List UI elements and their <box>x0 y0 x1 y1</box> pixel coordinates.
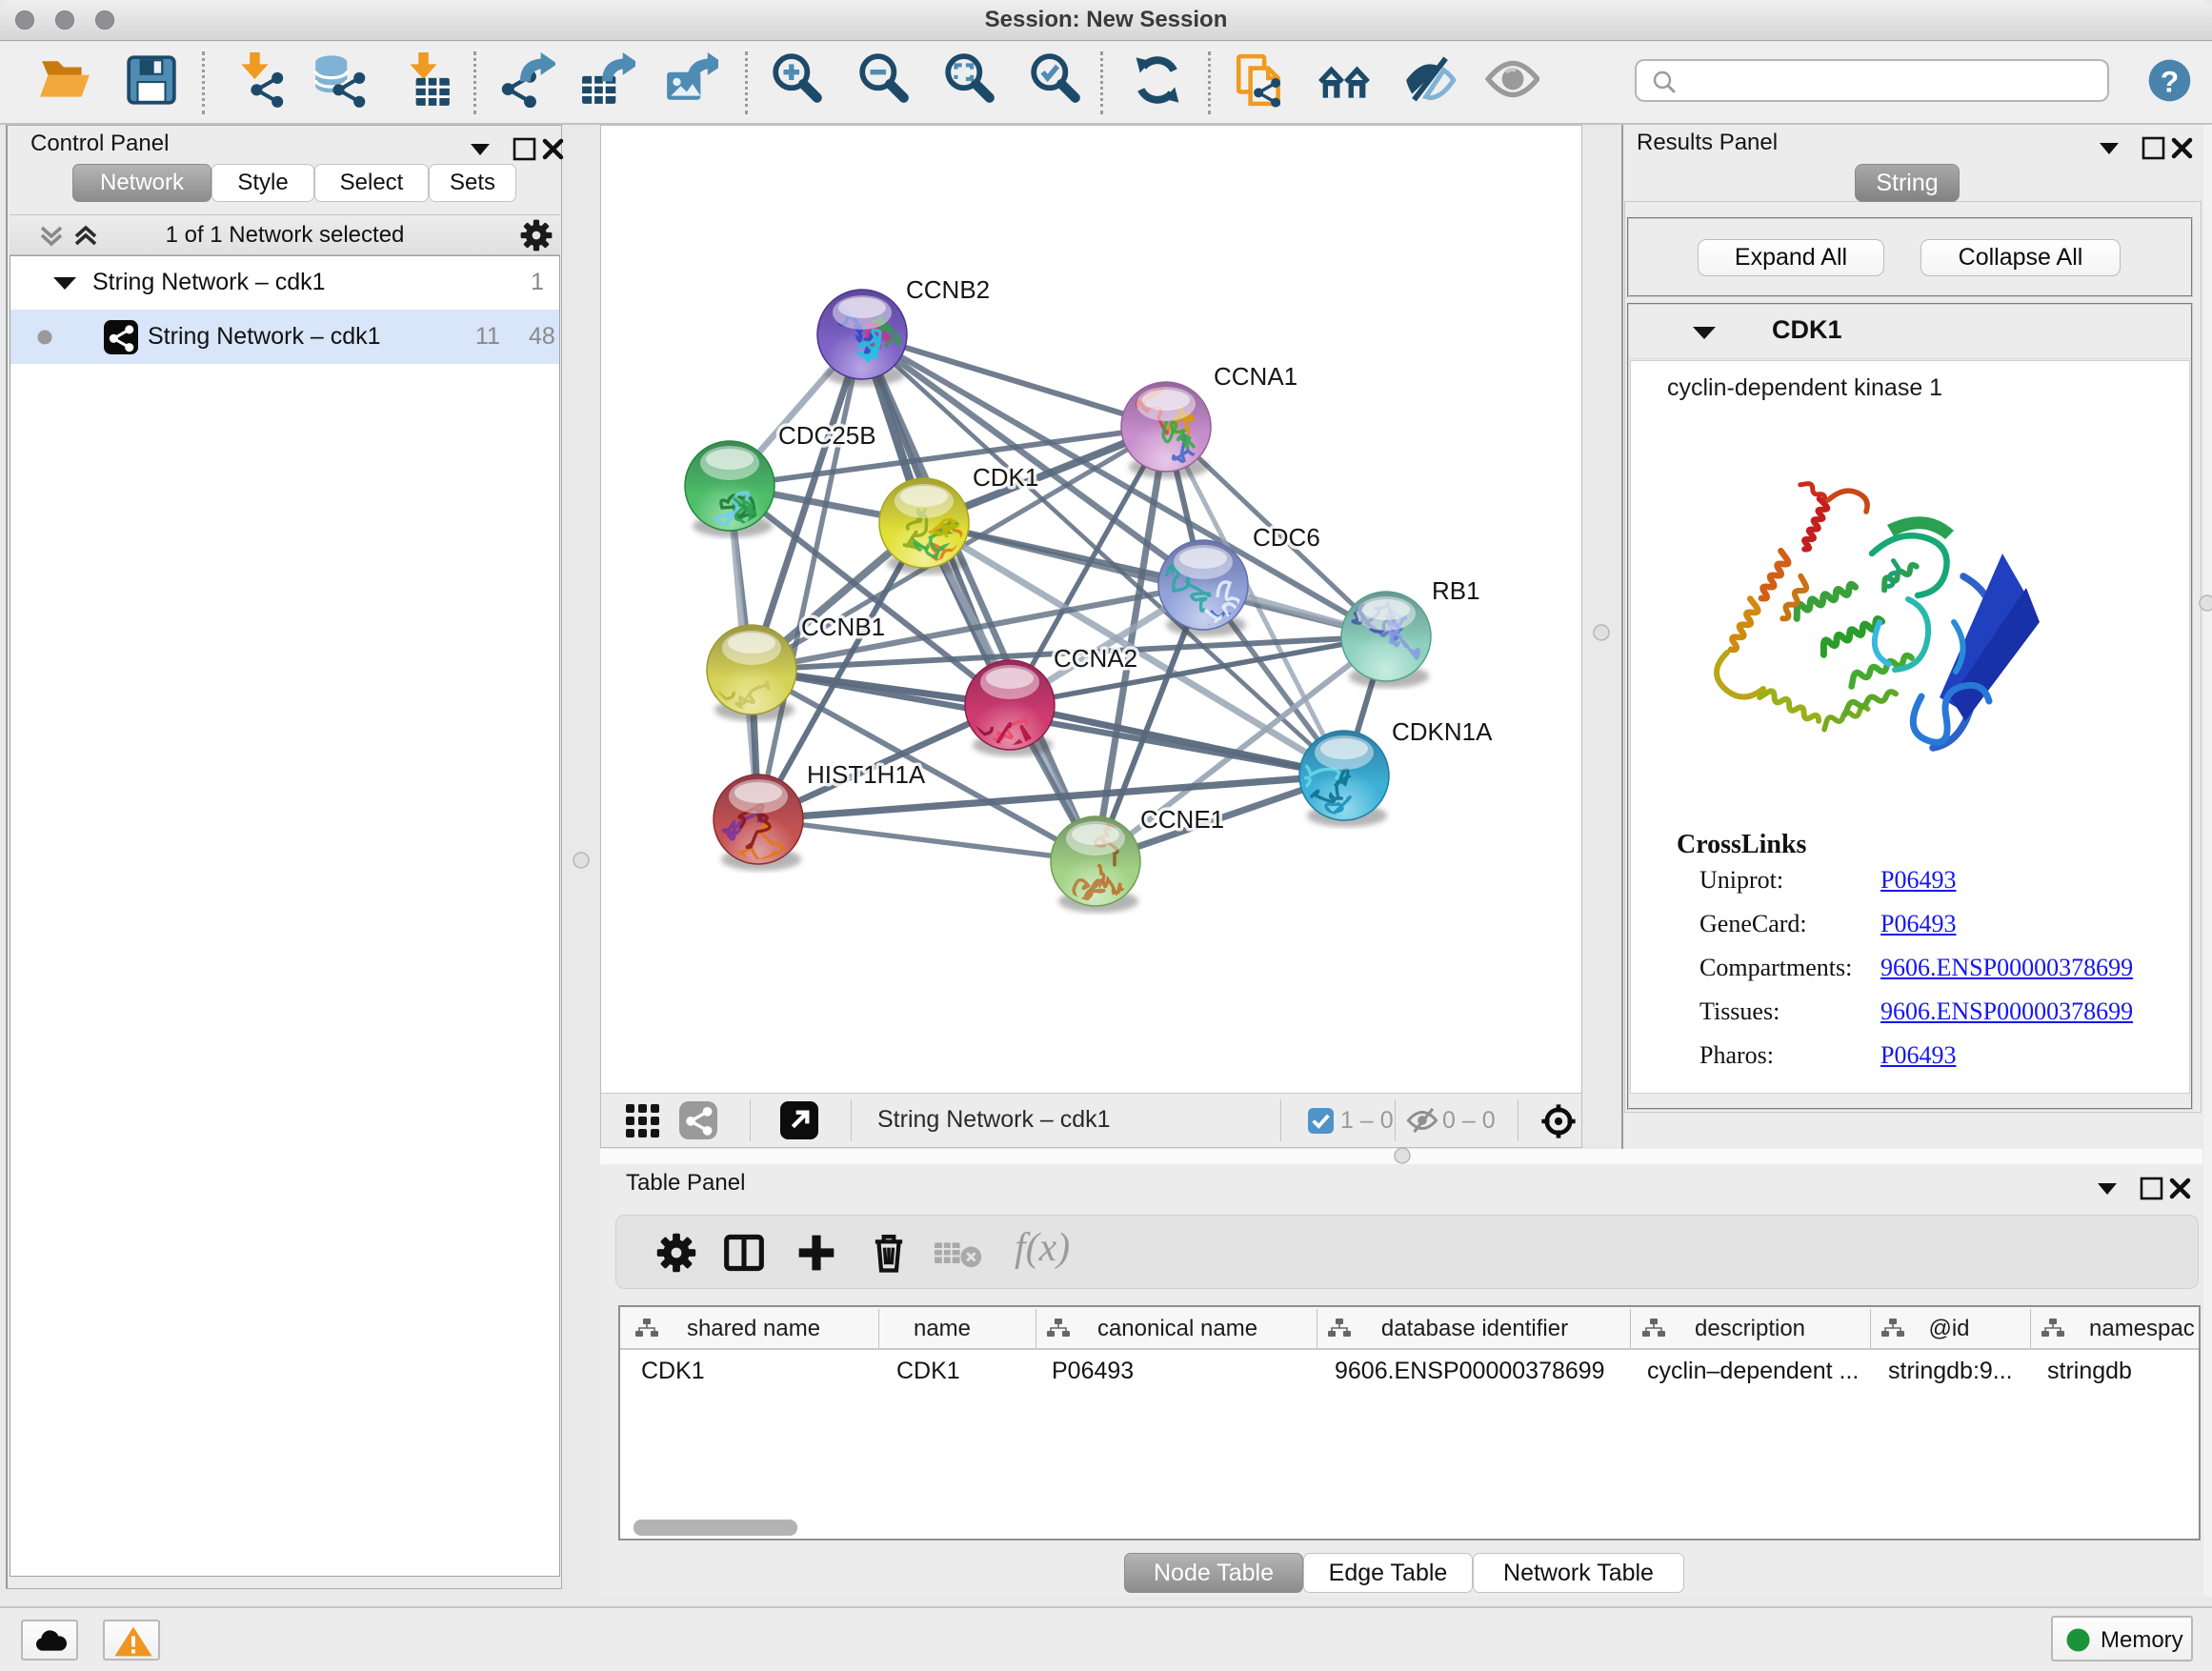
svg-text:CDC25B: CDC25B <box>778 421 876 450</box>
svg-text:CCNA2: CCNA2 <box>1054 644 1137 673</box>
svg-text:CCNA1: CCNA1 <box>1214 362 1297 391</box>
svg-text:CDC6: CDC6 <box>1253 523 1320 552</box>
svg-text:RB1: RB1 <box>1432 576 1480 605</box>
svg-text:CCNB1: CCNB1 <box>801 613 885 641</box>
svg-text:CCNE1: CCNE1 <box>1140 805 1224 834</box>
svg-text:HIST1H1A: HIST1H1A <box>807 760 926 789</box>
svg-text:?: ? <box>2161 64 2179 98</box>
svg-text:CCNB2: CCNB2 <box>906 275 990 304</box>
svg-text:CDK1: CDK1 <box>973 463 1038 492</box>
svg-text:CDKN1A: CDKN1A <box>1392 717 1493 746</box>
